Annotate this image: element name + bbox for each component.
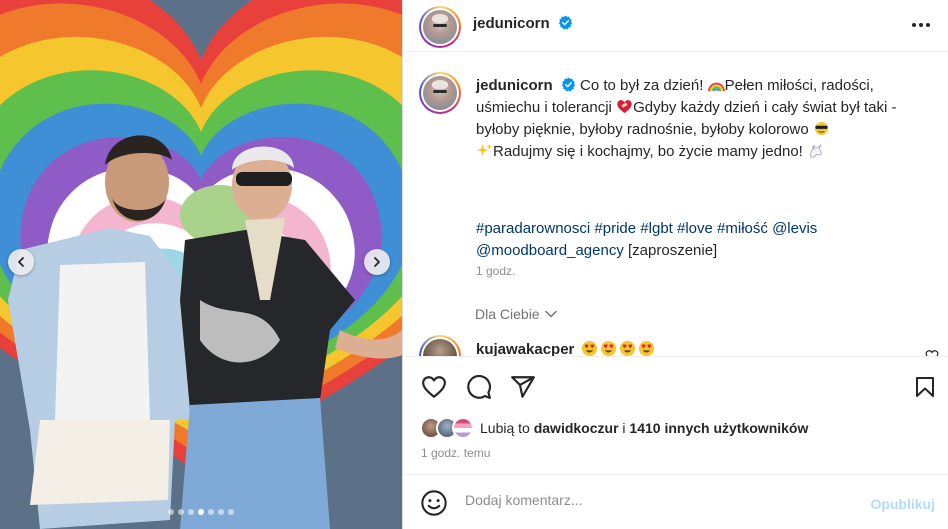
post-timestamp: 1 godz. temu: [421, 446, 491, 460]
heart-bandage-emoji-icon: [617, 100, 632, 114]
heart-eyes-emoji-icon: [638, 340, 654, 356]
heart-icon: [422, 376, 446, 398]
comment-input[interactable]: [465, 492, 845, 508]
author-username[interactable]: jedunicorn: [473, 15, 550, 32]
carousel-dot: [178, 509, 184, 515]
mention-link[interactable]: @moodboard_agency: [476, 242, 624, 259]
comment: kujawakacper: [476, 340, 655, 356]
comment-like-heart-icon[interactable]: [925, 349, 939, 356]
rainbow-emoji-icon: [707, 82, 725, 92]
likes-prefix: Lubią to: [480, 420, 530, 436]
sparkles-emoji-icon: [477, 143, 492, 157]
liker-username[interactable]: dawidkoczur: [534, 420, 619, 436]
hashtag-link[interactable]: #paradarownosci: [476, 220, 590, 237]
caption-text-4: Radujmy się i kochajmy, bo życie mamy je…: [493, 143, 803, 160]
post-photo[interactable]: [0, 0, 402, 529]
author-username-row: jedunicorn: [473, 15, 573, 32]
heart-eyes-emoji-icon: [600, 340, 616, 356]
more-horizontal-icon: [912, 23, 930, 27]
hashtag-link[interactable]: #love: [677, 220, 713, 237]
verified-badge-icon: [558, 15, 572, 30]
hashtag-link[interactable]: #miłość: [717, 220, 768, 237]
likes-text: Lubią to dawidkoczur i 1410 innych użytk…: [480, 420, 808, 436]
commenter-username[interactable]: kujawakacper: [476, 341, 574, 356]
heart-eyes-emoji-icon: [581, 340, 597, 356]
bookmark-icon: [916, 377, 934, 397]
hashtag-link[interactable]: #pride: [594, 220, 636, 237]
carousel-dot: [188, 509, 194, 515]
liker-avatar[interactable]: [452, 417, 474, 439]
caption-tags: #paradarownosci #pride #lgbt #love #miło…: [476, 218, 916, 262]
author-avatar[interactable]: [419, 6, 461, 48]
carousel-indicator: [0, 509, 402, 515]
caption-timestamp: 1 godz.: [476, 264, 516, 278]
chevron-down-icon: [544, 310, 557, 318]
likes-connector: i: [622, 420, 626, 436]
comment-text: [579, 340, 655, 356]
carousel-dot: [198, 509, 204, 515]
save-button[interactable]: [911, 373, 939, 401]
for-you-toggle[interactable]: Dla Ciebie: [475, 306, 557, 322]
heart-eyes-emoji-icon: [619, 340, 635, 356]
mention-link[interactable]: @levis: [772, 220, 817, 237]
hashtag-link[interactable]: #lgbt: [640, 220, 673, 237]
carousel-dot: [168, 509, 174, 515]
for-you-label: Dla Ciebie: [475, 306, 540, 322]
unicorn-emoji-icon: [810, 144, 822, 158]
chevron-right-icon: [374, 257, 380, 267]
carousel-next-button[interactable]: [364, 249, 390, 275]
comments-section[interactable]: jedunicorn Co to był za dzień! Pełen mił…: [403, 53, 948, 356]
post-caption: jedunicorn Co to był za dzień! Pełen mił…: [476, 75, 916, 163]
comment-button[interactable]: [465, 373, 493, 401]
carousel-prev-button[interactable]: [8, 249, 34, 275]
caption-username[interactable]: jedunicorn: [476, 77, 553, 94]
publish-button[interactable]: Opublikuj: [870, 496, 935, 512]
post-actions: Lubią to dawidkoczur i 1410 innych użytk…: [403, 356, 948, 474]
likes-summary: Lubią to dawidkoczur i 1410 innych użytk…: [420, 417, 808, 439]
carousel-dot: [228, 509, 234, 515]
sunglasses-emoji-icon: [814, 121, 828, 136]
comment-composer: Opublikuj: [403, 474, 948, 529]
chevron-left-icon: [18, 257, 24, 267]
caption-tag-suffix: [zaproszenie]: [628, 242, 718, 259]
comment-icon: [467, 374, 492, 399]
carousel-dot: [208, 509, 214, 515]
verified-badge-icon: [561, 77, 575, 92]
photo-scene: [0, 0, 402, 529]
likes-count-link[interactable]: 1410 innych użytkowników: [629, 420, 808, 436]
carousel-dot: [218, 509, 224, 515]
more-options-button[interactable]: [909, 13, 933, 37]
share-button[interactable]: [509, 373, 537, 401]
caption-text-1: Co to był za dzień!: [580, 77, 704, 94]
post-header: jedunicorn: [403, 0, 948, 52]
send-icon: [511, 376, 535, 398]
caption-author-avatar[interactable]: [419, 72, 461, 114]
post-details-panel: jedunicorn jedunicorn Co to był za dzień…: [402, 0, 948, 529]
like-button[interactable]: [420, 373, 448, 401]
emoji-picker-icon[interactable]: [420, 489, 448, 517]
commenter-avatar[interactable]: [419, 335, 461, 356]
